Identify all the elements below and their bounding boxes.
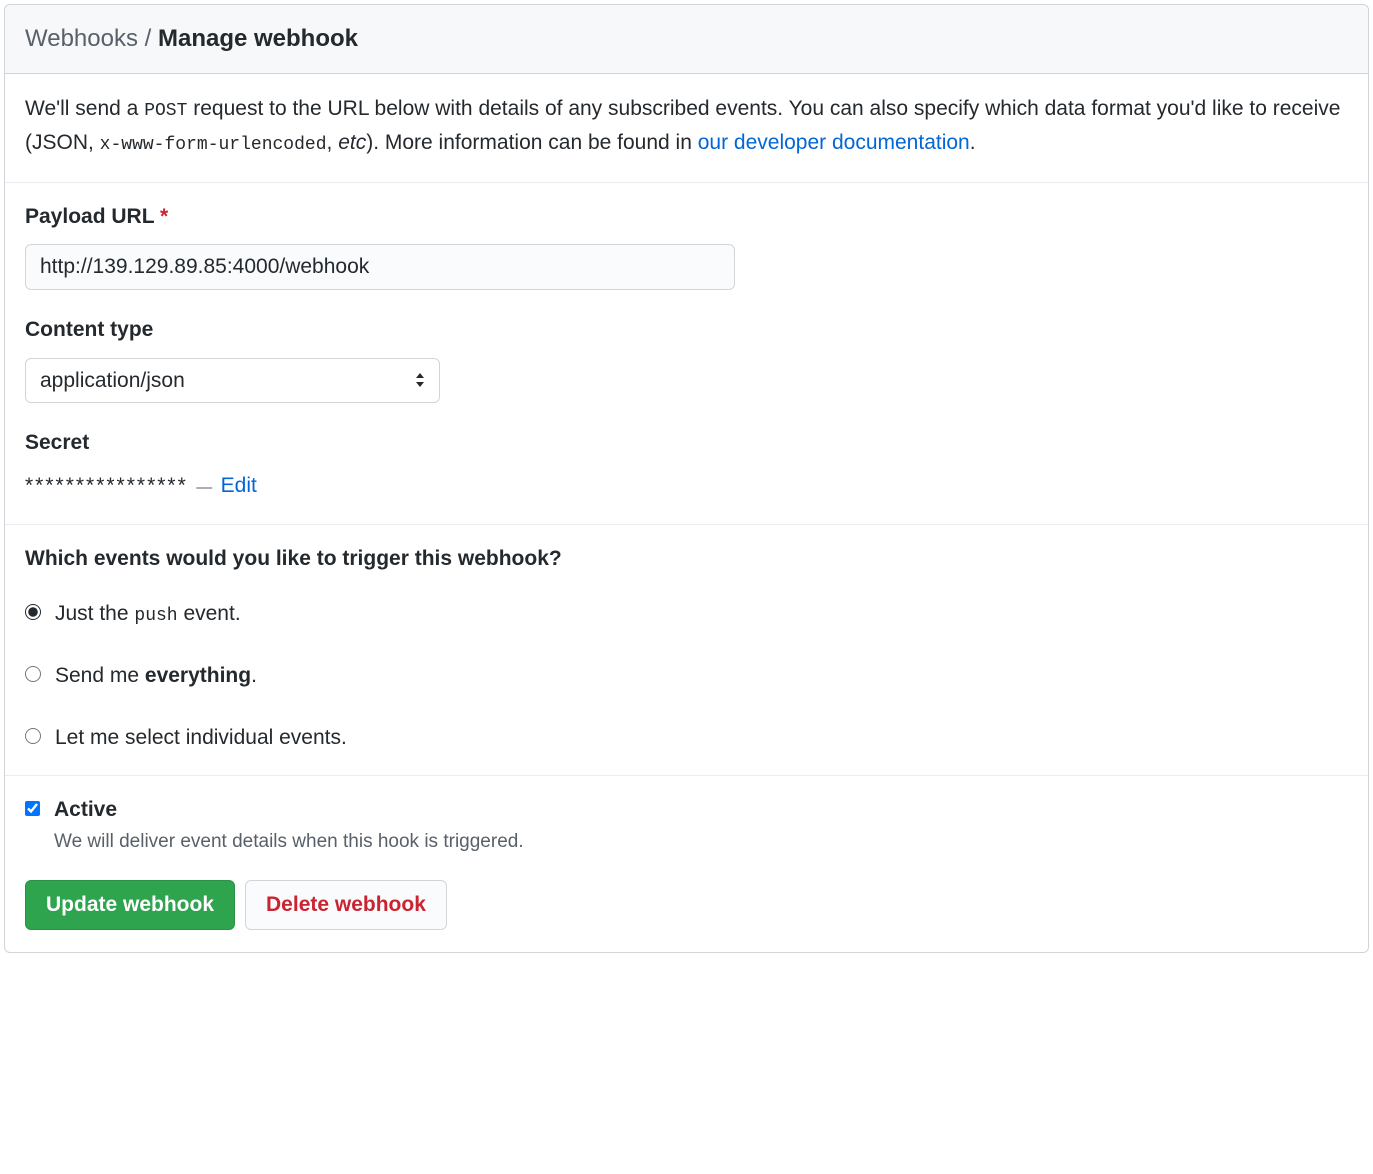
breadcrumb-separator: / [138, 25, 158, 52]
secret-row: **************** — Edit [25, 470, 1348, 502]
event-label-everything[interactable]: Send me everything. [55, 660, 257, 692]
active-label[interactable]: Active [54, 794, 524, 826]
active-description: We will deliver event details when this … [54, 828, 524, 857]
button-row: Update webhook Delete webhook [25, 880, 1348, 930]
secret-group: Secret **************** — Edit [25, 427, 1348, 502]
active-row: Active We will deliver event details whe… [25, 794, 1348, 856]
content-type-select-wrapper: application/json [25, 358, 440, 403]
secret-masked: **************** [25, 474, 188, 497]
event-radio-individual[interactable] [25, 728, 41, 744]
payload-url-group: Payload URL * [25, 201, 1348, 291]
events-heading: Which events would you like to trigger t… [25, 543, 1348, 575]
breadcrumb: Webhooks / Manage webhook [25, 21, 1348, 57]
secret-edit-link[interactable]: Edit [221, 474, 257, 497]
encoding-code: x-www-form-urlencoded [100, 135, 327, 155]
content-type-group: Content type application/json [25, 314, 1348, 403]
panel-header: Webhooks / Manage webhook [5, 5, 1368, 74]
content-type-select[interactable]: application/json [25, 358, 440, 403]
active-checkbox[interactable] [25, 801, 40, 816]
docs-link[interactable]: our developer documentation [698, 131, 970, 154]
secret-label: Secret [25, 427, 1348, 459]
actions-section: Active We will deliver event details whe… [5, 776, 1368, 952]
payload-url-label: Payload URL * [25, 201, 1348, 233]
event-option-individual[interactable]: Let me select individual events. [25, 722, 1348, 754]
breadcrumb-current: Manage webhook [158, 25, 358, 52]
active-content: Active We will deliver event details whe… [54, 794, 524, 856]
update-webhook-button[interactable]: Update webhook [25, 880, 235, 930]
required-mark: * [160, 205, 168, 228]
event-option-push[interactable]: Just the push event. [25, 598, 1348, 630]
event-label-push[interactable]: Just the push event. [55, 598, 241, 630]
payload-url-input[interactable] [25, 244, 735, 290]
event-radio-push[interactable] [25, 604, 41, 620]
delete-webhook-button[interactable]: Delete webhook [245, 880, 447, 930]
event-option-everything[interactable]: Send me everything. [25, 660, 1348, 692]
breadcrumb-parent[interactable]: Webhooks [25, 25, 138, 52]
event-radio-everything[interactable] [25, 666, 41, 682]
intro-text: We'll send a POST request to the URL bel… [25, 92, 1348, 160]
webhook-settings-panel: Webhooks / Manage webhook We'll send a P… [4, 4, 1369, 953]
intro-section: We'll send a POST request to the URL bel… [5, 74, 1368, 183]
events-section: Which events would you like to trigger t… [5, 525, 1368, 777]
event-label-individual[interactable]: Let me select individual events. [55, 722, 347, 754]
post-code: POST [144, 101, 187, 121]
content-type-label: Content type [25, 314, 1348, 346]
config-section: Payload URL * Content type application/j… [5, 183, 1368, 525]
